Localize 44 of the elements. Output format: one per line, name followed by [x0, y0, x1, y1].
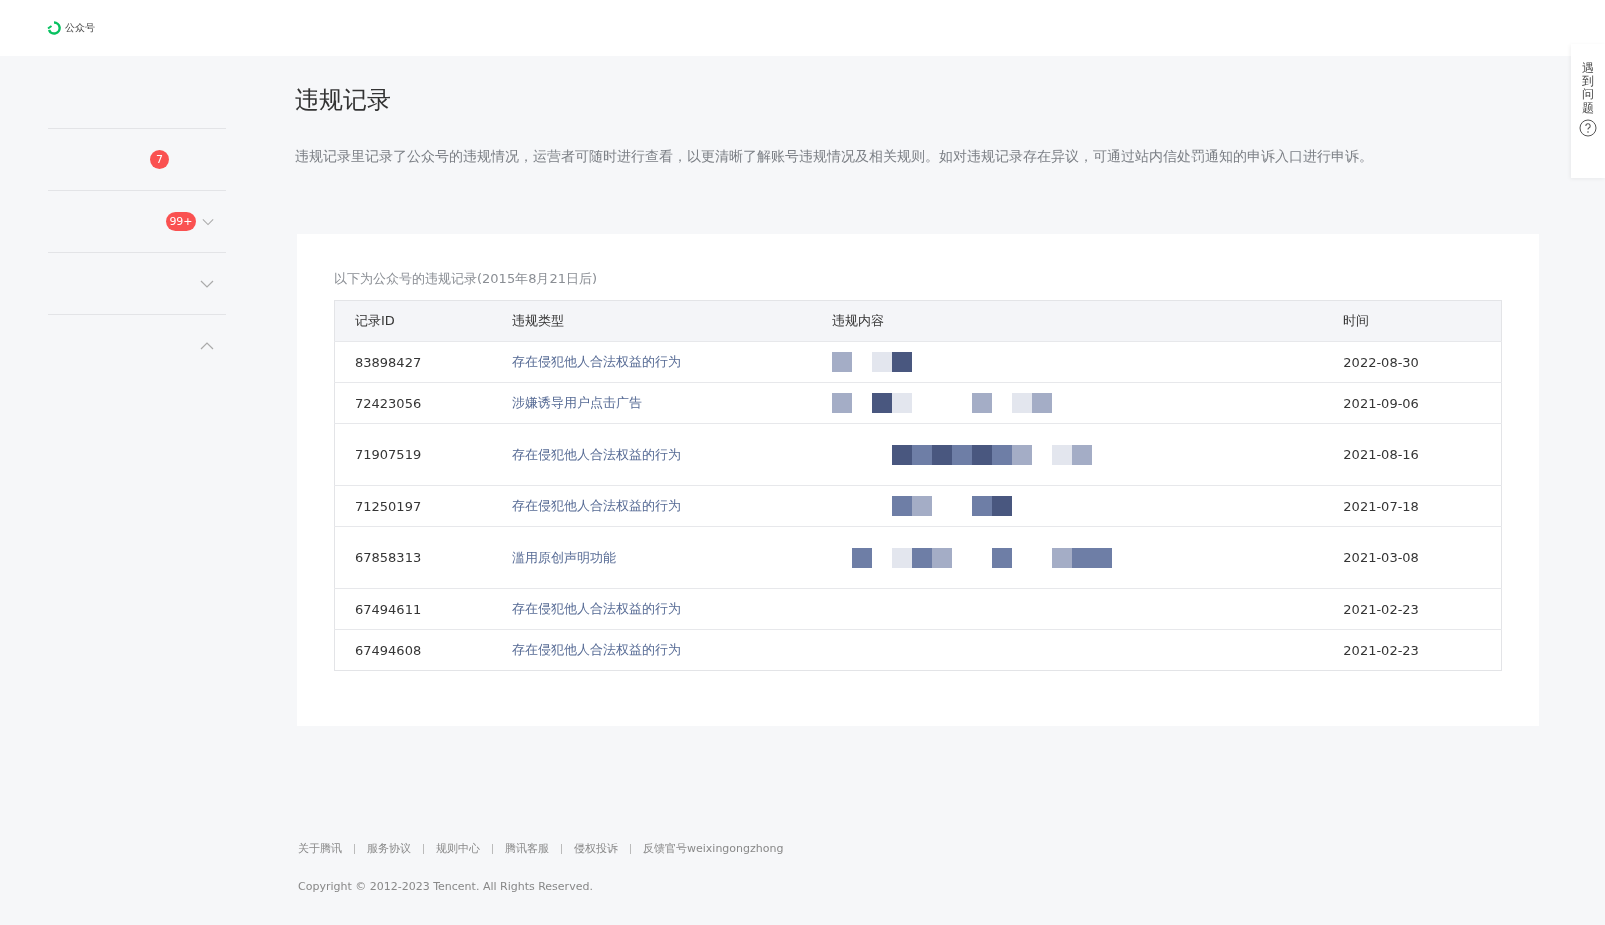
footer-link[interactable]: 腾讯客服: [505, 841, 549, 856]
table-cell: 2021-03-08: [1323, 526, 1502, 589]
logo-text: 公众号: [65, 21, 95, 35]
table-cell: 67858313: [334, 526, 492, 589]
violation-type-link[interactable]: 存在侵犯他人合法权益的行为: [511, 642, 681, 657]
table-cell: 2021-08-16: [1323, 423, 1502, 486]
table-cell: 2021-09-06: [1323, 382, 1502, 424]
count-badge: 7: [150, 150, 169, 169]
violation-type-link[interactable]: 存在侵犯他人合法权益的行为: [511, 498, 681, 513]
logo-icon: [47, 21, 61, 35]
table-cell: 2021-07-18: [1323, 485, 1502, 527]
table-cell: 2022-08-30: [1323, 341, 1502, 383]
chevron-icon[interactable]: [200, 279, 214, 288]
chevron-icon[interactable]: [200, 341, 214, 350]
table-cell: 83898427: [334, 341, 492, 383]
table-cell: 71907519: [334, 423, 492, 486]
violation-type-link[interactable]: 存在侵犯他人合法权益的行为: [511, 354, 681, 369]
count-badge: 99+: [166, 212, 196, 231]
violation-type-link[interactable]: 涉嫌诱导用户点击广告: [511, 395, 642, 410]
column-header: 时间: [1323, 300, 1502, 342]
footer-link[interactable]: 规则中心: [436, 841, 480, 856]
table-cell: 71250197: [334, 485, 492, 527]
page-description: 违规记录里记录了公众号的违规情况，运营者可随时进行查看，以更清晰了解账号违规情况及相关规则。如对违规记录存在异议，可通过站内信处罚通知的申诉入口进行申诉。: [295, 148, 1374, 166]
help-tab[interactable]: 遇到问题: [1571, 44, 1605, 178]
table-cell: 67494611: [334, 588, 492, 630]
violation-type-link[interactable]: 滥用原创声明功能: [511, 549, 616, 565]
column-header: 记录ID: [334, 300, 492, 342]
help-icon: [1579, 118, 1597, 137]
column-header: 违规类型: [491, 300, 813, 342]
footer-link[interactable]: 服务协议: [367, 841, 411, 856]
records-caption: 以下为公众号的违规记录(2015年8月21日后): [334, 270, 599, 288]
violation-type-link[interactable]: 存在侵犯他人合法权益的行为: [511, 601, 681, 616]
table-cell: 2021-02-23: [1323, 588, 1502, 630]
table-cell: 72423056: [334, 382, 492, 424]
footer-link[interactable]: 关于腾讯: [298, 841, 342, 856]
violation-type-link[interactable]: 存在侵犯他人合法权益的行为: [511, 446, 681, 462]
copyright-text: Copyright © 2012-2023 Tencent. All Rights Reserved.: [298, 880, 594, 893]
table-cell: 2021-02-23: [1323, 629, 1502, 671]
column-header: 违规内容: [812, 300, 1324, 342]
page-title: 违规记录: [295, 85, 392, 116]
footer-link[interactable]: 侵权投诉: [574, 841, 618, 856]
footer-link[interactable]: 反馈官号weixingongzhong: [643, 841, 784, 856]
chevron-icon[interactable]: [201, 217, 214, 226]
table-cell: 67494608: [334, 629, 492, 671]
